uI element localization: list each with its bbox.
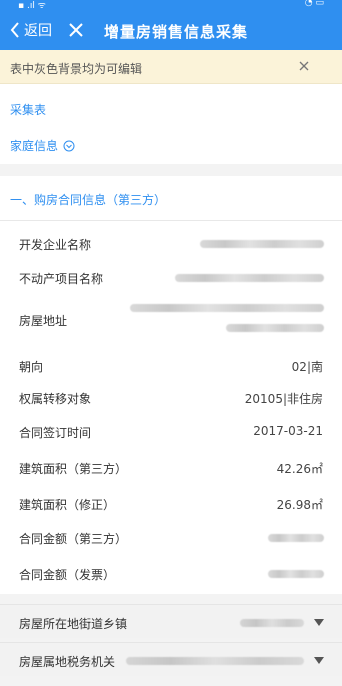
row-value: 42.26㎡ xyxy=(276,462,323,476)
redacted-value xyxy=(226,324,324,332)
section-title: 一、购房合同信息（第三方） xyxy=(10,193,167,207)
select-label: 房屋属地税务机关 xyxy=(19,655,116,669)
row-label: 房屋地址 xyxy=(19,314,68,328)
back-label: 返回 xyxy=(24,23,52,39)
notice-text: 表中灰色背景均为可编辑 xyxy=(10,62,143,76)
row-project: 不动产项目名称 xyxy=(0,262,342,292)
collect-table-link[interactable]: 采集表 xyxy=(10,101,46,118)
row-label: 权属转移对象 xyxy=(19,392,92,406)
title-bar: 返回 增量房销售信息采集 xyxy=(0,10,342,50)
page-title: 增量房销售信息采集 xyxy=(104,23,249,41)
select-label: 房屋所在地街道乡镇 xyxy=(19,617,128,631)
caret-down-icon xyxy=(314,657,324,664)
back-button[interactable]: 返回 xyxy=(10,20,52,40)
family-info-link[interactable]: 家庭信息 xyxy=(10,137,75,154)
row-label: 建筑面积（修正） xyxy=(19,498,116,512)
close-button[interactable] xyxy=(68,20,84,40)
row-label: 合同金额（第三方） xyxy=(19,532,128,546)
row-address: 房屋地址 xyxy=(0,304,342,344)
tax-authority-select[interactable]: 房屋属地税务机关 xyxy=(0,642,342,676)
close-icon xyxy=(69,23,83,37)
notice-close-button[interactable] xyxy=(294,56,314,76)
row-label: 合同签订时间 xyxy=(19,426,92,440)
redacted-value xyxy=(175,274,324,282)
row-transfer-object: 权属转移对象 20105|非住房 xyxy=(0,382,342,412)
row-label: 合同金额（发票） xyxy=(19,568,116,582)
status-bar: ▪ .ıl ᯤ ◔ ▭ xyxy=(0,0,342,11)
battery-icon: ◔ ▭ xyxy=(304,0,324,8)
redacted-value xyxy=(126,657,304,665)
notice-bar: 表中灰色背景均为可编辑 xyxy=(0,50,342,84)
link-panel: 采集表 家庭信息 xyxy=(0,84,342,164)
redacted-value xyxy=(240,619,304,627)
row-amount-third-party: 合同金额（第三方） xyxy=(0,522,342,552)
chevron-down-circle-icon xyxy=(63,140,75,151)
family-info-label: 家庭信息 xyxy=(10,139,59,153)
street-town-select[interactable]: 房屋所在地街道乡镇 xyxy=(0,604,342,638)
redacted-value xyxy=(268,570,324,578)
redacted-value xyxy=(130,304,324,312)
redacted-value xyxy=(200,240,324,248)
row-area-corrected: 建筑面积（修正） 26.98㎡ xyxy=(0,488,342,518)
row-value: 20105|非住房 xyxy=(244,392,323,406)
caret-down-icon xyxy=(314,619,324,626)
row-label: 建筑面积（第三方） xyxy=(19,462,128,476)
collect-table-label: 采集表 xyxy=(10,103,47,117)
contract-info-section: 一、购房合同信息（第三方） 开发企业名称 不动产项目名称 房屋地址 朝向 02|… xyxy=(0,176,342,594)
row-amount-invoice: 合同金额（发票） xyxy=(0,558,342,588)
row-orientation: 朝向 02|南 xyxy=(0,350,342,380)
chevron-left-icon xyxy=(10,22,19,38)
row-developer: 开发企业名称 xyxy=(0,228,342,258)
row-area-third-party: 建筑面积（第三方） 42.26㎡ xyxy=(0,452,342,482)
row-value: 2017-03-21 xyxy=(253,424,323,438)
row-value: 02|南 xyxy=(291,360,323,374)
row-label: 开发企业名称 xyxy=(19,238,92,252)
row-contract-date: 合同签订时间 2017-03-21 xyxy=(0,416,342,446)
divider xyxy=(0,220,342,221)
redacted-value xyxy=(268,534,324,542)
row-label: 朝向 xyxy=(19,360,44,374)
row-value: 26.98㎡ xyxy=(276,498,323,512)
close-icon xyxy=(299,61,309,71)
row-label: 不动产项目名称 xyxy=(19,272,104,286)
